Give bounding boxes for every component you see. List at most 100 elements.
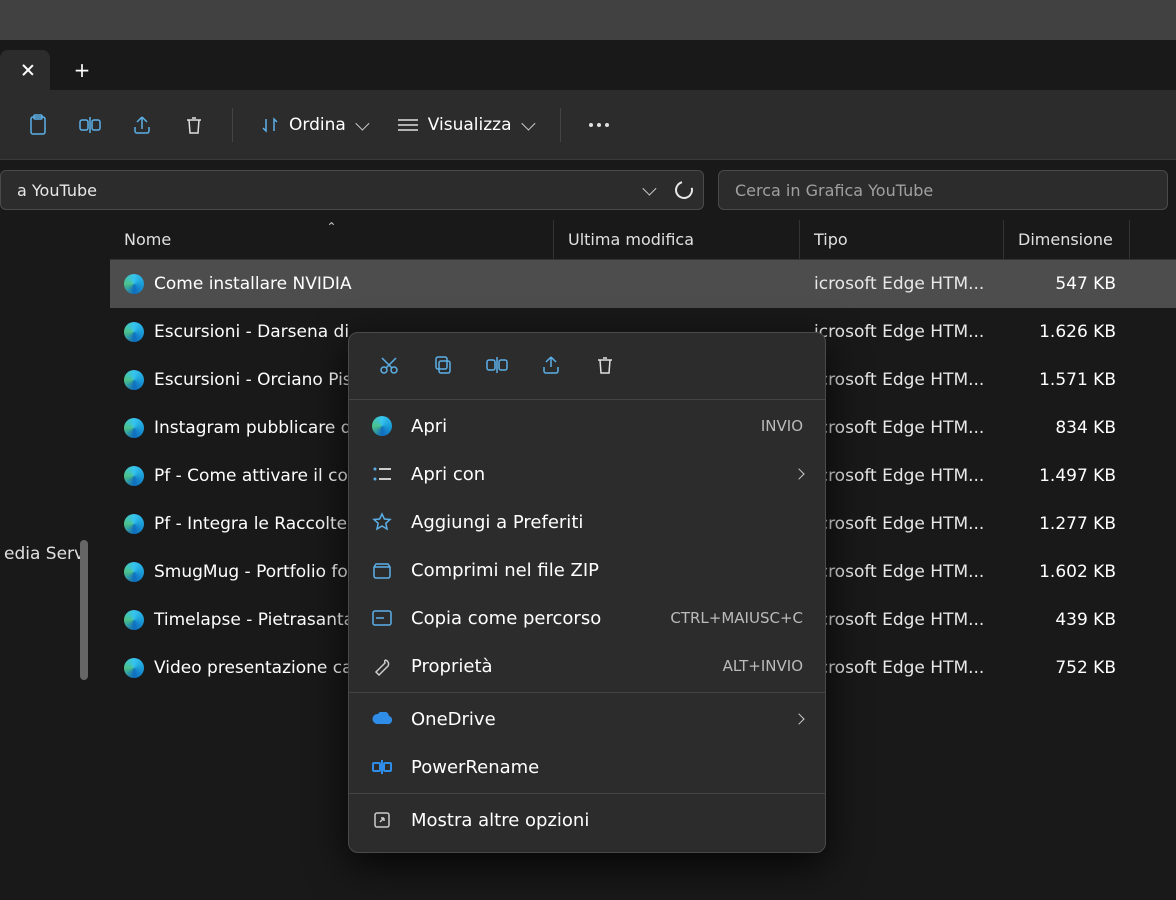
close-icon[interactable]	[22, 64, 34, 76]
file-size: 1.602 KB	[1004, 562, 1130, 582]
context-powerrename[interactable]: PowerRename	[349, 743, 825, 791]
chevron-down-icon	[521, 116, 535, 130]
expand-icon	[371, 809, 393, 831]
wrench-icon	[371, 655, 393, 677]
context-favorites[interactable]: Aggiungi a Preferiti	[349, 498, 825, 546]
file-type: icrosoft Edge HTM...	[800, 514, 1004, 534]
edge-icon	[124, 610, 144, 630]
clipboard-button[interactable]	[16, 103, 60, 147]
edge-icon	[124, 370, 144, 390]
edge-icon	[124, 562, 144, 582]
separator	[232, 108, 233, 142]
star-icon	[371, 511, 393, 533]
copy-icon	[433, 355, 453, 375]
delete-button[interactable]	[587, 347, 623, 383]
new-tab-button[interactable]: +	[62, 50, 102, 90]
file-name: SmugMug - Portfolio fo	[154, 562, 348, 582]
share-icon	[541, 355, 561, 375]
view-label: Visualizza	[428, 115, 512, 135]
chevron-right-icon	[793, 468, 804, 479]
file-size: 547 KB	[1004, 274, 1130, 294]
context-properties[interactable]: Proprietà ALT+INVIO	[349, 642, 825, 690]
column-type[interactable]: Tipo	[800, 220, 1004, 259]
share-icon	[132, 115, 152, 135]
edge-icon	[124, 514, 144, 534]
edge-icon	[124, 466, 144, 486]
file-type: icrosoft Edge HTM...	[800, 274, 1004, 294]
separator	[560, 108, 561, 142]
file-type: icrosoft Edge HTM...	[800, 562, 1004, 582]
context-onedrive[interactable]: OneDrive	[349, 695, 825, 743]
file-type: icrosoft Edge HTM...	[800, 466, 1004, 486]
breadcrumb-label: a YouTube	[17, 181, 97, 200]
cut-button[interactable]	[371, 347, 407, 383]
list-icon	[398, 118, 418, 132]
sidebar: edia Serv	[0, 270, 94, 578]
rename-icon	[486, 356, 508, 374]
context-open-with[interactable]: Apri con	[349, 450, 825, 498]
rename-button[interactable]	[68, 103, 112, 147]
file-name: Timelapse - Pietrasanta	[154, 610, 354, 630]
trash-icon	[596, 355, 614, 375]
file-name: Pf - Integra le Raccolte	[154, 514, 347, 534]
file-size: 834 KB	[1004, 418, 1130, 438]
file-name: Pf - Come attivare il coo	[154, 466, 358, 486]
edge-icon	[124, 274, 144, 294]
file-type: icrosoft Edge HTM...	[800, 322, 1004, 342]
context-open[interactable]: Apri INVIO	[349, 402, 825, 450]
refresh-icon[interactable]	[672, 178, 697, 203]
column-headers: ⌃ Nome Ultima modifica Tipo Dimensione	[110, 220, 1176, 260]
file-size: 439 KB	[1004, 610, 1130, 630]
toolbar: Ordina Visualizza	[0, 90, 1176, 160]
context-menu: Apri INVIO Apri con Aggiungi a Preferiti…	[348, 332, 826, 853]
file-size: 1.277 KB	[1004, 514, 1130, 534]
open-with-icon	[371, 463, 393, 485]
sort-label: Ordina	[289, 115, 346, 135]
copy-button[interactable]	[425, 347, 461, 383]
rename-icon	[79, 115, 101, 135]
search-placeholder: Cerca in Grafica YouTube	[735, 181, 933, 200]
powerrename-icon	[371, 756, 393, 778]
share-button[interactable]	[120, 103, 164, 147]
context-more-options[interactable]: Mostra altre opzioni	[349, 796, 825, 844]
view-dropdown[interactable]: Visualizza	[386, 105, 544, 145]
more-icon	[589, 123, 609, 127]
cloud-icon	[371, 708, 393, 730]
rename-button[interactable]	[479, 347, 515, 383]
sort-dropdown[interactable]: Ordina	[249, 105, 378, 145]
trash-icon	[185, 115, 203, 135]
more-button[interactable]	[577, 103, 621, 147]
context-zip[interactable]: Comprimi nel file ZIP	[349, 546, 825, 594]
breadcrumb-bar[interactable]: a YouTube	[0, 170, 704, 210]
file-name: Escursioni - Orciano Pis	[154, 370, 352, 390]
separator	[349, 399, 825, 400]
column-modified[interactable]: Ultima modifica	[554, 220, 800, 259]
sort-icon	[261, 116, 279, 134]
file-size: 1.571 KB	[1004, 370, 1130, 390]
separator	[349, 793, 825, 794]
file-name: Come installare NVIDIA	[154, 274, 352, 294]
context-copy-path[interactable]: Copia come percorso CTRL+MAIUSC+C	[349, 594, 825, 642]
tab-active[interactable]	[0, 50, 50, 90]
clipboard-icon	[28, 114, 48, 136]
tab-strip: +	[0, 40, 1176, 90]
scrollbar-thumb[interactable]	[80, 540, 88, 680]
share-button[interactable]	[533, 347, 569, 383]
file-size: 1.497 KB	[1004, 466, 1130, 486]
file-size: 1.626 KB	[1004, 322, 1130, 342]
address-row: a YouTube Cerca in Grafica YouTube	[0, 160, 1176, 220]
edge-icon	[371, 415, 393, 437]
edge-icon	[124, 322, 144, 342]
dim-overlay	[0, 0, 1176, 40]
file-type: icrosoft Edge HTM...	[800, 658, 1004, 678]
chevron-down-icon[interactable]	[642, 182, 656, 196]
edge-icon	[124, 658, 144, 678]
column-size[interactable]: Dimensione	[1004, 220, 1130, 259]
search-input[interactable]: Cerca in Grafica YouTube	[718, 170, 1168, 210]
file-row[interactable]: Come installare NVIDIA icrosoft Edge HTM.…	[110, 260, 1176, 308]
file-name: Escursioni - Darsena di	[154, 322, 349, 342]
edge-icon	[124, 418, 144, 438]
chevron-right-icon	[793, 713, 804, 724]
delete-button[interactable]	[172, 103, 216, 147]
column-name[interactable]: ⌃ Nome	[110, 220, 554, 259]
